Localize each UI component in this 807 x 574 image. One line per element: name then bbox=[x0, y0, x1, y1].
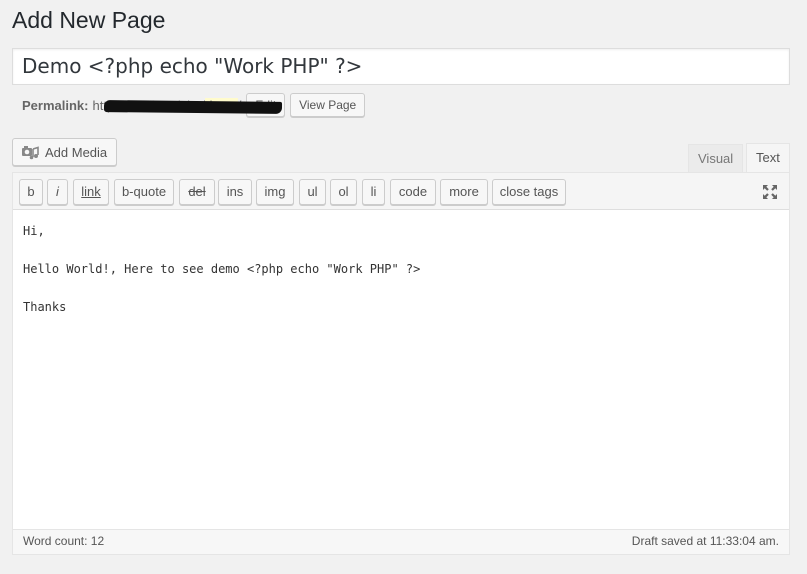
view-page-button[interactable]: View Page bbox=[290, 93, 366, 117]
redaction-mark bbox=[104, 99, 283, 114]
word-count: Word count: 12 bbox=[23, 534, 105, 548]
quicktag-ins-button[interactable]: ins bbox=[218, 179, 252, 205]
content-line: Thanks bbox=[23, 300, 67, 314]
quicktag-code-button[interactable]: code bbox=[390, 179, 436, 205]
content-line: Hi, bbox=[23, 224, 45, 238]
tab-text[interactable]: Text bbox=[746, 143, 790, 173]
quicktag-italic-button[interactable]: i bbox=[47, 179, 68, 205]
quicktag-del-button[interactable]: del bbox=[179, 179, 215, 205]
fullscreen-icon[interactable] bbox=[762, 184, 778, 200]
permalink-row: Permalink: http://localhost/php/demo/ Ed… bbox=[22, 93, 366, 117]
tab-visual[interactable]: Visual bbox=[688, 144, 744, 173]
quicktag-link-button[interactable]: link bbox=[73, 179, 109, 205]
post-status-info: Word count: 12 Draft saved at 11:33:04 a… bbox=[13, 529, 789, 554]
content-line: Hello World!, Here to see demo <?php ech… bbox=[23, 262, 421, 276]
quicktag-ul-button[interactable]: ul bbox=[299, 179, 326, 205]
add-media-label: Add Media bbox=[45, 144, 108, 160]
permalink-label: Permalink: bbox=[22, 97, 89, 113]
content-textarea[interactable]: Hi, Hello World!, Here to see demo <?php… bbox=[13, 210, 789, 531]
page-title: Add New Page bbox=[12, 7, 166, 33]
quicktag-bquote-button[interactable]: b-quote bbox=[114, 179, 174, 205]
quicktag-close-tags-button[interactable]: close tags bbox=[492, 179, 566, 205]
autosave-status: Draft saved at 11:33:04 am. bbox=[631, 534, 779, 548]
permalink-url[interactable]: http://localhost/php/demo/ bbox=[92, 97, 283, 114]
post-title-input[interactable]: Demo <?php echo "Work PHP" ?> bbox=[12, 48, 790, 85]
quicktag-img-button[interactable]: img bbox=[256, 179, 294, 205]
quicktags-toolbar: b i link b-quote del ins img ul ol li co… bbox=[13, 173, 789, 210]
quicktag-li-button[interactable]: li bbox=[362, 179, 385, 205]
add-media-button[interactable]: Add Media bbox=[12, 138, 118, 166]
editor: b i link b-quote del ins img ul ol li co… bbox=[12, 172, 790, 555]
quicktag-more-button[interactable]: more bbox=[440, 179, 488, 205]
quicktag-ol-button[interactable]: ol bbox=[330, 179, 357, 205]
quicktag-bold-button[interactable]: b bbox=[19, 179, 43, 205]
camera-music-icon bbox=[22, 146, 39, 160]
